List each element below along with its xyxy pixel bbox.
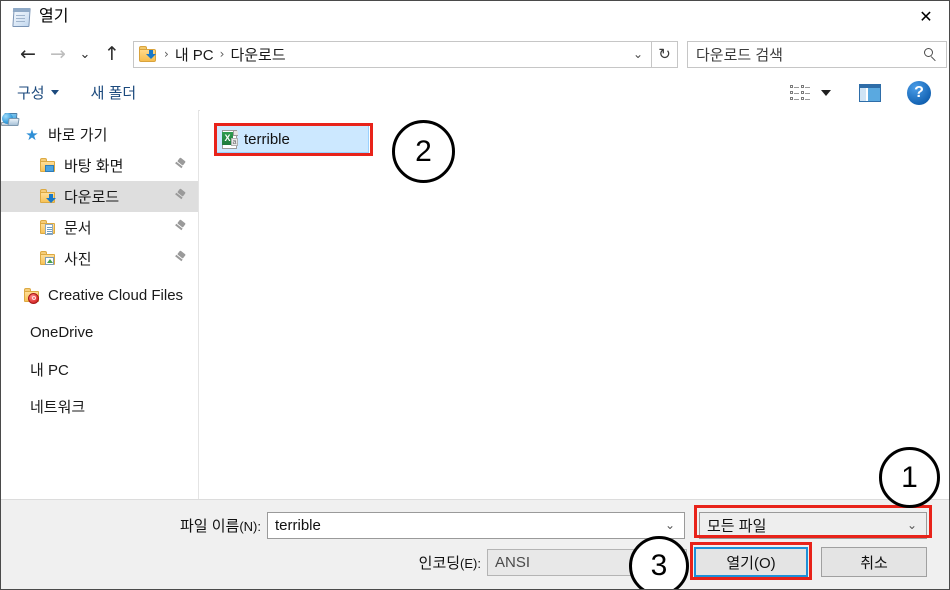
pin-icon[interactable] (175, 250, 186, 265)
forward-button: → (50, 43, 66, 65)
chevron-down-icon[interactable]: ⌄ (665, 518, 675, 532)
recent-locations-button[interactable]: ⌄ (73, 39, 97, 69)
breadcrumb-item-downloads[interactable]: 다운로드 (230, 44, 285, 65)
up-button[interactable]: ↑ (97, 39, 127, 69)
pin-icon[interactable] (175, 157, 186, 172)
search-placeholder: 다운로드 검색 (696, 46, 783, 64)
open-file-dialog: 열기 ✕ ← → ⌄ ↑ › 내 PC › 다운로드 ⌄ ↻ 다운로드 검색 구… (0, 0, 950, 590)
sidebar-item-this-pc[interactable]: 내 PC (1, 113, 198, 385)
address-bar[interactable]: › 내 PC › 다운로드 ⌄ (133, 40, 652, 68)
pin-icon[interactable] (175, 188, 186, 203)
sidebar-item-pictures[interactable]: 사진 (1, 243, 198, 274)
breadcrumb-separator: › (219, 47, 225, 61)
back-button[interactable]: ← (13, 39, 43, 69)
sidebar-item-network[interactable]: 네트워크 (1, 113, 198, 422)
preview-pane-icon[interactable] (859, 83, 881, 102)
filename-label-text: 파일 이름 (179, 517, 240, 535)
file-list-view[interactable]: X a terrible (200, 110, 949, 499)
command-bar-right-group: ? (790, 80, 949, 105)
filename-label: 파일 이름(N): (101, 515, 261, 536)
encoding-label-text: 인코딩 (418, 554, 461, 572)
sidebar-item-label: 사진 (64, 251, 92, 268)
filename-value: terrible (275, 516, 321, 534)
organize-label: 구성 (17, 85, 45, 102)
chevron-down-icon[interactable]: ⌄ (633, 47, 643, 61)
cancel-button[interactable]: 취소 (821, 547, 927, 577)
desktop-folder-icon (39, 157, 57, 175)
downloads-folder-icon (39, 188, 57, 206)
creative-cloud-icon (23, 287, 41, 305)
sidebar-item-label: Creative Cloud Files (48, 287, 184, 304)
excel-icon-sub: a (231, 137, 238, 146)
sidebar-item-label: 바탕 화면 (64, 158, 124, 175)
downloads-folder-icon (139, 45, 158, 63)
encoding-dropdown[interactable]: ANSI (487, 548, 687, 576)
file-item-terrible[interactable]: X a terrible (215, 125, 369, 153)
sidebar-item-label: OneDrive (30, 324, 94, 341)
breadcrumb-item-my-pc[interactable]: 내 PC (175, 44, 214, 65)
command-bar: 구성 새 폴더 ? (1, 75, 949, 111)
documents-folder-icon (39, 219, 57, 237)
chevron-down-icon (50, 90, 59, 95)
chevron-down-icon[interactable]: ⌄ (907, 518, 917, 532)
pictures-folder-icon (39, 250, 57, 268)
sidebar-item-label: 문서 (64, 220, 92, 237)
encoding-label-mnemonic: (E): (460, 555, 481, 571)
filetype-value: 모든 파일 (707, 517, 767, 535)
window-title: 열기 (39, 8, 69, 25)
search-input[interactable]: 다운로드 검색 (687, 40, 947, 68)
sidebar-item-desktop[interactable]: 바탕 화면 (1, 150, 198, 181)
filetype-dropdown[interactable]: 모든 파일 ⌄ (699, 511, 927, 539)
sidebar-item-downloads[interactable]: 다운로드 (1, 181, 198, 212)
navigation-bar: ← → ⌄ ↑ › 내 PC › 다운로드 ⌄ ↻ 다운로드 검색 (1, 33, 949, 75)
view-options-chevron-down-icon[interactable] (821, 89, 831, 96)
title-bar: 열기 ✕ (1, 1, 949, 33)
sidebar-item-quick-access[interactable]: ★ 바로 가기 (1, 119, 198, 150)
sidebar-item-onedrive[interactable]: OneDrive (1, 114, 198, 348)
encoding-row: 인코딩(E): ANSI 열기(O) 취소 (1, 547, 949, 577)
sidebar-item-creative-cloud-files[interactable]: Creative Cloud Files (1, 280, 198, 311)
new-folder-button[interactable]: 새 폴더 (91, 82, 137, 103)
view-layout-icon[interactable] (790, 84, 810, 101)
pin-icon[interactable] (175, 219, 186, 234)
filename-row: 파일 이름(N): terrible ⌄ 모든 파일 ⌄ (1, 510, 949, 540)
encoding-value: ANSI (495, 553, 531, 571)
refresh-button[interactable]: ↻ (652, 40, 678, 68)
network-icon (1, 113, 20, 126)
dialog-footer: 파일 이름(N): terrible ⌄ 모든 파일 ⌄ 인코딩(E): ANS… (1, 499, 949, 589)
filename-input[interactable]: terrible ⌄ (267, 511, 685, 539)
star-icon: ★ (25, 125, 39, 144)
file-name-label: terrible (244, 130, 290, 148)
sidebar-item-documents[interactable]: 문서 (1, 212, 198, 243)
open-button[interactable]: 열기(O) (694, 547, 808, 577)
navigation-pane: ★ 바로 가기 바탕 화면 다운로드 문서 사진 Creative Cloud … (1, 110, 199, 499)
notepad-icon (11, 7, 31, 27)
sidebar-item-label: 내 PC (30, 362, 69, 379)
filename-label-mnemonic: (N): (239, 518, 261, 534)
help-icon[interactable]: ? (907, 80, 931, 105)
sidebar-item-label: 바로 가기 (48, 127, 108, 144)
encoding-label: 인코딩(E): (331, 552, 481, 573)
close-icon[interactable]: ✕ (903, 1, 949, 32)
organize-menu-button[interactable]: 구성 (17, 82, 59, 103)
sidebar-item-label: 다운로드 (64, 189, 120, 206)
search-icon[interactable] (924, 47, 937, 61)
breadcrumb-separator: › (164, 47, 169, 61)
sidebar-item-label: 네트워크 (30, 399, 86, 416)
excel-file-icon: X a (222, 129, 239, 149)
